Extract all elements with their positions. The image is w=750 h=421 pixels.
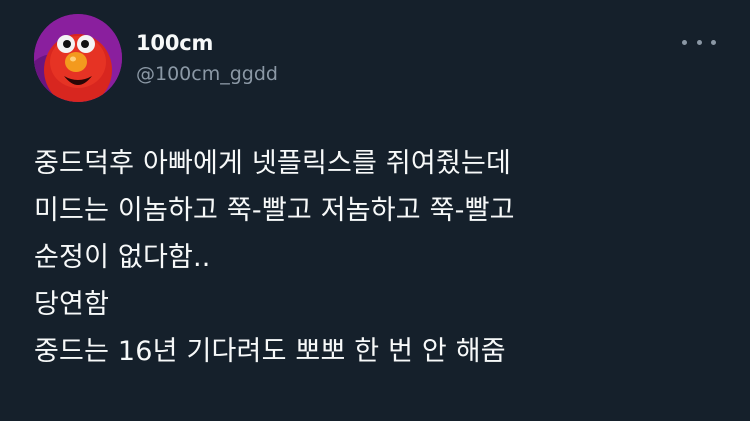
avatar[interactable] xyxy=(34,14,122,102)
tweet-text-line: 중드덕후 아빠에게 넷플릭스를 쥐여줬는데 xyxy=(34,148,512,179)
tweet-text-line: 미드는 이놈하고 쭉-빨고 저놈하고 쭉-빨고 xyxy=(34,195,515,226)
tweet-text: 중드덕후 아빠에게 넷플릭스를 쥐여줬는데 미드는 이놈하고 쭉-빨고 저놈하고… xyxy=(34,140,730,375)
tweet-text-line: 순정이 없다함.. xyxy=(34,242,211,273)
more-horizontal-icon[interactable] xyxy=(682,36,716,48)
display-name[interactable]: 100cm xyxy=(136,30,278,56)
tweet-text-line: 당연함 xyxy=(34,289,110,320)
more-dot xyxy=(696,39,702,45)
tweet-text-line: 중드는 16년 기다려도 뽀뽀 한 번 안 해줌 xyxy=(34,336,506,367)
user-handle[interactable]: @100cm_ggdd xyxy=(136,62,278,86)
tweet-header: 100cm @100cm_ggdd xyxy=(34,14,720,104)
elmo-avatar-icon xyxy=(34,14,122,102)
tweet: 100cm @100cm_ggdd 중드덕후 아빠에게 넷플릭스를 쥐여줬는데 … xyxy=(0,0,750,421)
more-dot xyxy=(682,39,687,45)
author-names: 100cm @100cm_ggdd xyxy=(136,30,278,86)
more-dot xyxy=(711,39,716,45)
